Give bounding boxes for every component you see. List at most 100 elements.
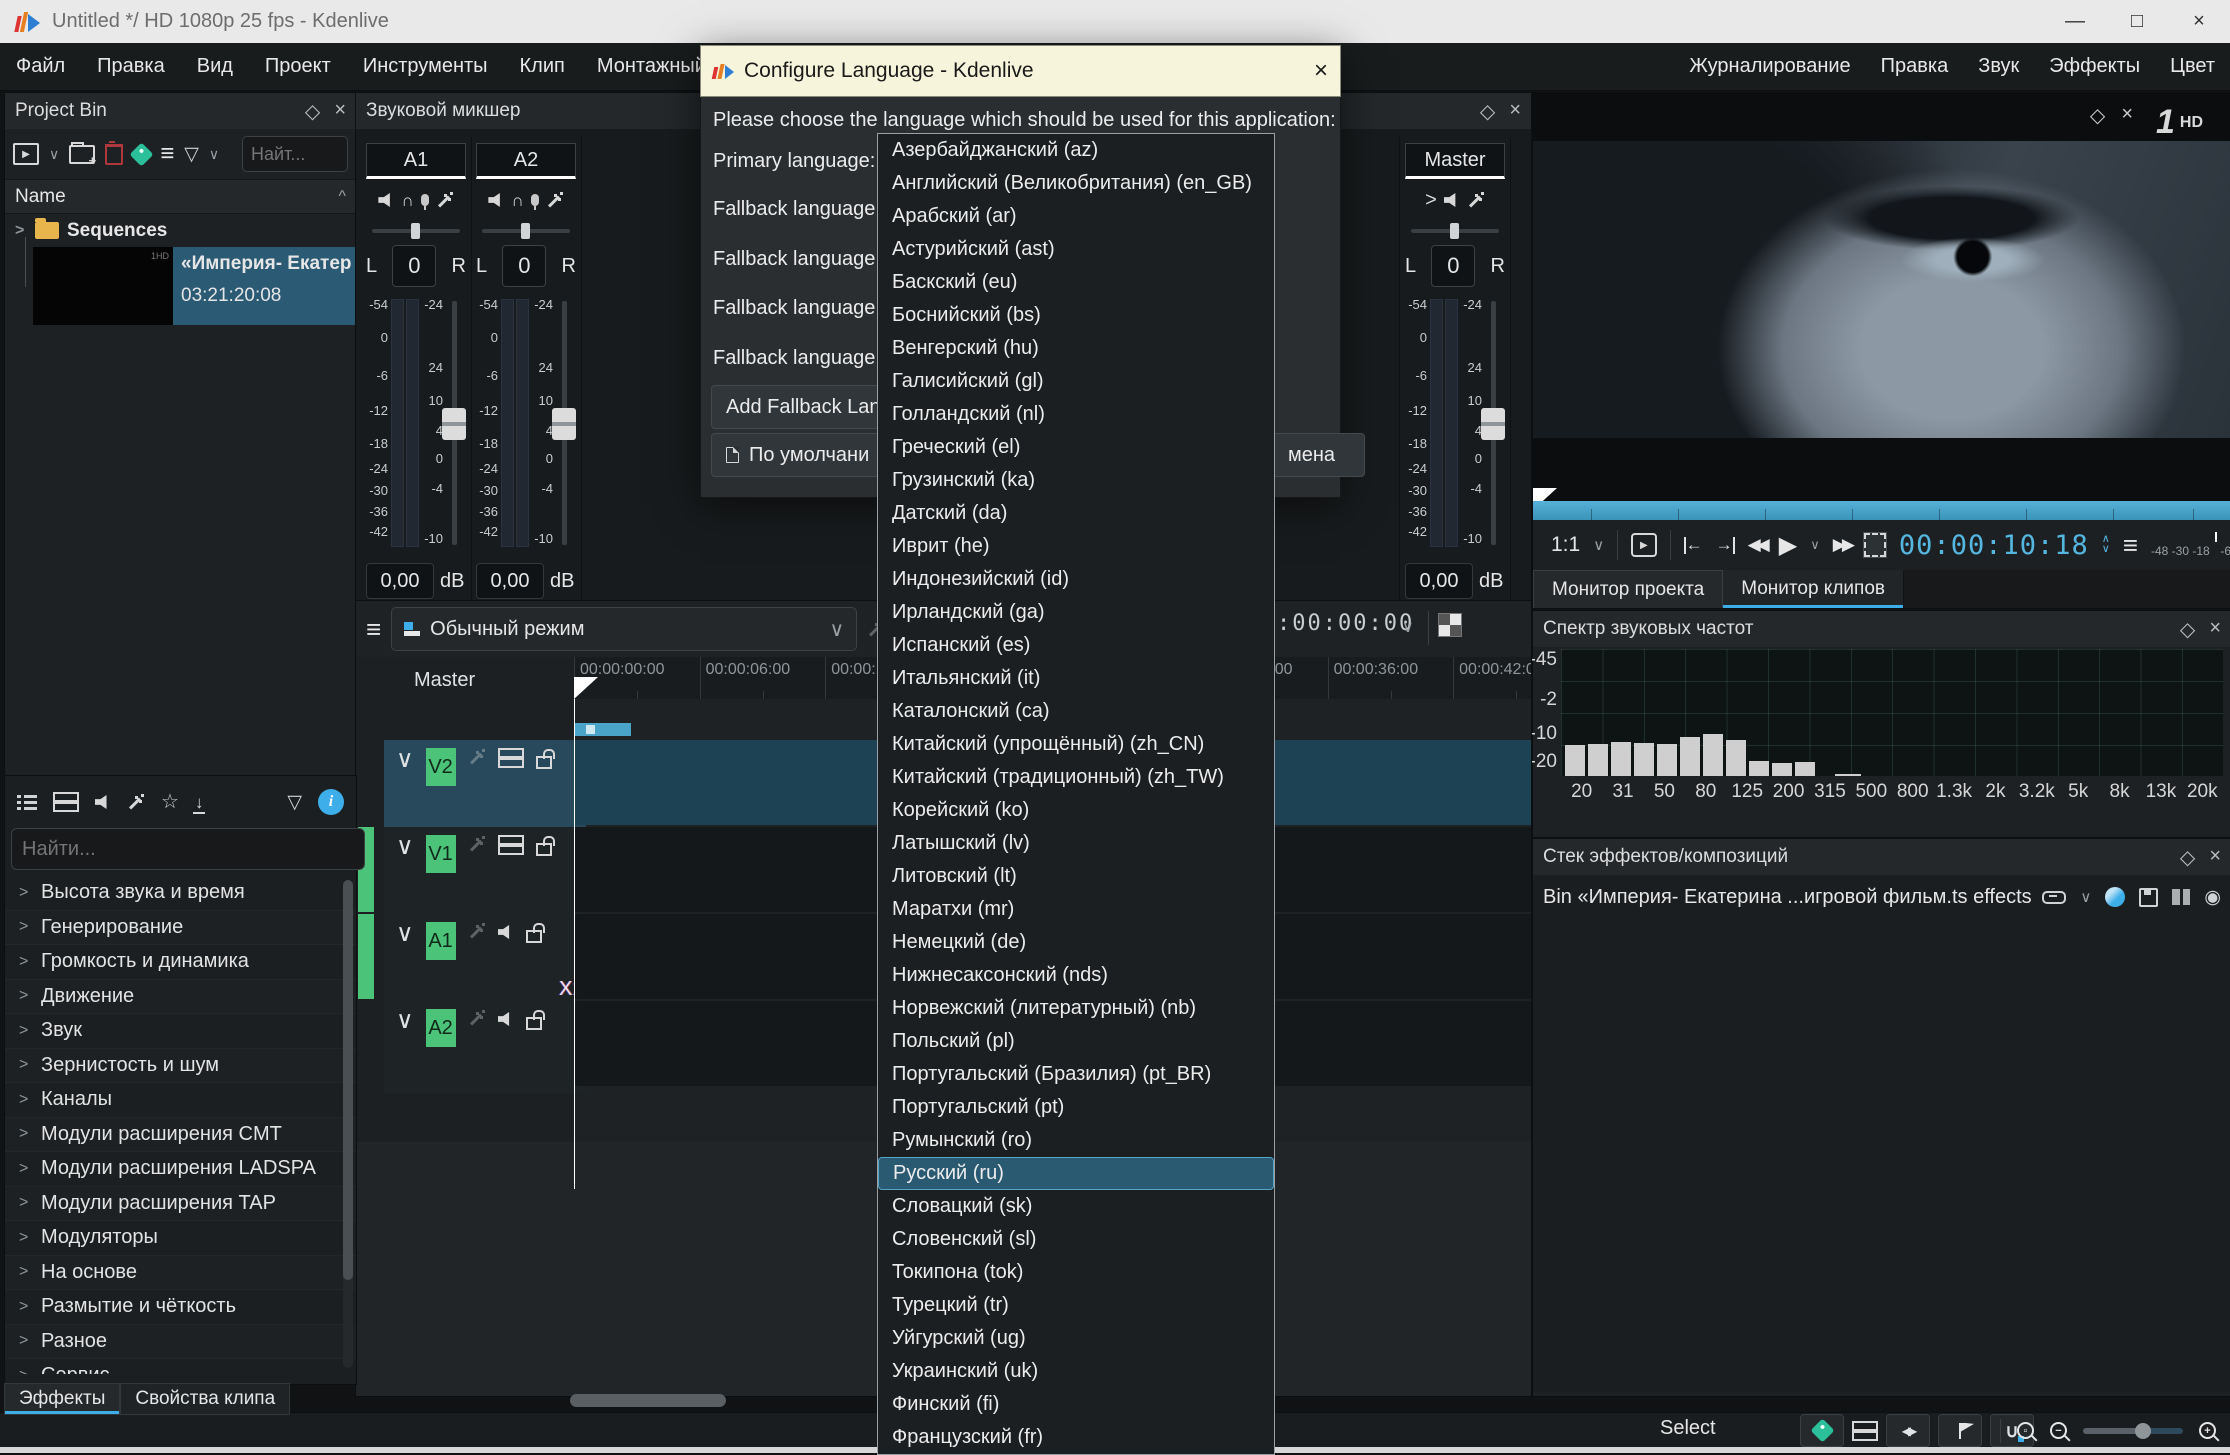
- favorite-effects-icon[interactable]: ☆: [161, 792, 179, 812]
- zoom-slider-handle[interactable]: [2135, 1423, 2151, 1439]
- solo-headphones-icon[interactable]: ∩: [401, 192, 413, 209]
- language-option[interactable]: Арабский (ar): [878, 200, 1274, 233]
- language-option[interactable]: Литовский (lt): [878, 860, 1274, 893]
- channel-name[interactable]: A1: [366, 143, 466, 179]
- effect-category-row[interactable]: > На основе: [5, 1256, 356, 1291]
- zoom-in-icon[interactable]: +: [2199, 1422, 2216, 1439]
- lock-track-icon[interactable]: [536, 756, 552, 769]
- track-label[interactable]: A2: [426, 1009, 456, 1047]
- list-view-icon[interactable]: [17, 794, 37, 810]
- workspace-color[interactable]: Цвет: [2155, 43, 2230, 90]
- set-out-point-icon[interactable]: →: [1716, 535, 1735, 555]
- language-option[interactable]: Китайский (упрощённый) (zh_CN): [878, 728, 1274, 761]
- language-option[interactable]: Галисийский (gl): [878, 365, 1274, 398]
- pan-slider[interactable]: [482, 223, 570, 239]
- effects-wand-icon[interactable]: [1467, 191, 1485, 209]
- track-effects-icon[interactable]: [468, 1009, 486, 1027]
- language-option[interactable]: Немецкий (de): [878, 926, 1274, 959]
- set-in-point-icon[interactable]: ←: [1684, 535, 1703, 555]
- add-clip-dropdown-icon[interactable]: ∨: [49, 146, 59, 163]
- collapse-track-icon[interactable]: ∨: [396, 748, 414, 833]
- gain-value[interactable]: 0,00: [1405, 563, 1473, 599]
- monitor-menu-icon[interactable]: ≡: [2123, 530, 2138, 561]
- collapse-mixer-icon[interactable]: >: [1425, 189, 1437, 212]
- language-option[interactable]: Греческий (el): [878, 431, 1274, 464]
- language-option[interactable]: Индонезийский (id): [878, 563, 1274, 596]
- info-icon[interactable]: i: [318, 789, 344, 815]
- menu-clip[interactable]: Клип: [504, 43, 581, 90]
- audio-mix-button[interactable]: ◀▶: [1886, 1414, 1930, 1447]
- video-preview[interactable]: [1533, 141, 2230, 438]
- track-header-a2[interactable]: ∨ A2: [384, 1001, 586, 1094]
- effects-search-input[interactable]: [11, 828, 365, 870]
- tab-clip-monitor[interactable]: Монитор клипов: [1723, 570, 1904, 608]
- expander-icon[interactable]: >: [19, 1298, 29, 1316]
- sort-collapse-icon[interactable]: ^: [338, 188, 346, 206]
- lock-track-icon[interactable]: [536, 843, 552, 856]
- dropdown-icon[interactable]: ∨: [2080, 888, 2091, 906]
- close-button[interactable]: ×: [2168, 0, 2230, 43]
- download-effects-icon[interactable]: ↓: [195, 794, 204, 811]
- effect-category-row[interactable]: > Модули расширения CMT: [5, 1118, 356, 1153]
- tag-icon[interactable]: [130, 142, 154, 166]
- mute-icon[interactable]: [378, 192, 394, 208]
- effects-scrollbar[interactable]: [343, 880, 353, 1368]
- effect-category-row[interactable]: > Размытие и чёткость: [5, 1290, 356, 1325]
- zone-toggle-icon[interactable]: [2105, 887, 2125, 907]
- save-effect-icon[interactable]: [2139, 888, 2158, 907]
- fader-handle[interactable]: [552, 408, 576, 440]
- target-track-indicator[interactable]: [358, 914, 374, 999]
- tab-project-monitor[interactable]: Монитор проекта: [1533, 570, 1723, 608]
- mute-track-icon[interactable]: [498, 1011, 514, 1027]
- track-effects-icon[interactable]: [468, 748, 486, 766]
- tab-clip-properties[interactable]: Свойства клипа: [120, 1383, 290, 1415]
- mute-icon[interactable]: [1444, 192, 1460, 208]
- language-option[interactable]: Ирландский (ga): [878, 596, 1274, 629]
- language-option[interactable]: Нижнесаксонский (nds): [878, 959, 1274, 992]
- custom-effects-icon[interactable]: [127, 793, 145, 811]
- solo-headphones-icon[interactable]: ∩: [511, 192, 523, 209]
- filter-icon[interactable]: ▽: [184, 145, 199, 164]
- monitor-config-icon[interactable]: ▶: [1631, 533, 1657, 557]
- expander-icon[interactable]: >: [19, 1160, 29, 1178]
- dialog-close-icon[interactable]: ×: [1314, 57, 1328, 85]
- track-label[interactable]: V2: [426, 748, 456, 786]
- play-dropdown-icon[interactable]: ∨: [1810, 537, 1820, 553]
- effect-category-row[interactable]: > Движение: [5, 980, 356, 1015]
- zoom-fit-icon[interactable]: ▫: [2017, 1422, 2034, 1439]
- balance-value[interactable]: 0: [502, 245, 546, 287]
- hide-video-icon[interactable]: [498, 748, 524, 768]
- expander-icon[interactable]: >: [19, 1091, 29, 1109]
- lock-track-icon[interactable]: [526, 1017, 542, 1030]
- language-option[interactable]: Уйгурский (ug): [878, 1322, 1274, 1355]
- hide-video-icon[interactable]: [498, 835, 524, 855]
- language-option[interactable]: Английский (Великобритания) (en_GB): [878, 167, 1274, 200]
- expander-icon[interactable]: >: [19, 1056, 29, 1074]
- language-dropdown-list[interactable]: Азербайджанский (az)Английский (Великобр…: [877, 133, 1275, 1455]
- expander-icon[interactable]: >: [19, 1332, 29, 1350]
- effect-category-row[interactable]: > Каналы: [5, 1083, 356, 1118]
- close-panel-icon[interactable]: ×: [2121, 103, 2133, 128]
- menu-project[interactable]: Проект: [249, 43, 347, 90]
- timeline-playhead-marker[interactable]: [574, 677, 598, 699]
- effect-category-row[interactable]: > Зернистость и шум: [5, 1049, 356, 1084]
- language-option[interactable]: Итальянский (it): [878, 662, 1274, 695]
- balance-value[interactable]: 0: [392, 245, 436, 287]
- timeline-zoom-slider[interactable]: [2083, 1428, 2183, 1434]
- language-option[interactable]: Боснийский (bs): [878, 299, 1274, 332]
- float-panel-icon[interactable]: ◇: [2090, 103, 2105, 128]
- language-option[interactable]: Датский (da): [878, 497, 1274, 530]
- expander-icon[interactable]: >: [19, 918, 29, 936]
- close-panel-icon[interactable]: ×: [334, 99, 346, 124]
- link-icon[interactable]: [2042, 891, 2066, 904]
- bin-search-input[interactable]: [242, 136, 348, 172]
- show-effects-eye-icon[interactable]: ◉: [2204, 888, 2221, 907]
- bin-name-column-header[interactable]: Name ^: [5, 180, 356, 214]
- split-view-icon[interactable]: [1438, 613, 1462, 637]
- language-option[interactable]: Польский (pl): [878, 1025, 1274, 1058]
- language-option[interactable]: Маратхи (mr): [878, 893, 1274, 926]
- timeline-zone-bar[interactable]: [574, 723, 631, 736]
- effect-category-row[interactable]: > Разное: [5, 1325, 356, 1360]
- create-folder-icon[interactable]: [69, 145, 95, 164]
- language-option[interactable]: Корейский (ko): [878, 794, 1274, 827]
